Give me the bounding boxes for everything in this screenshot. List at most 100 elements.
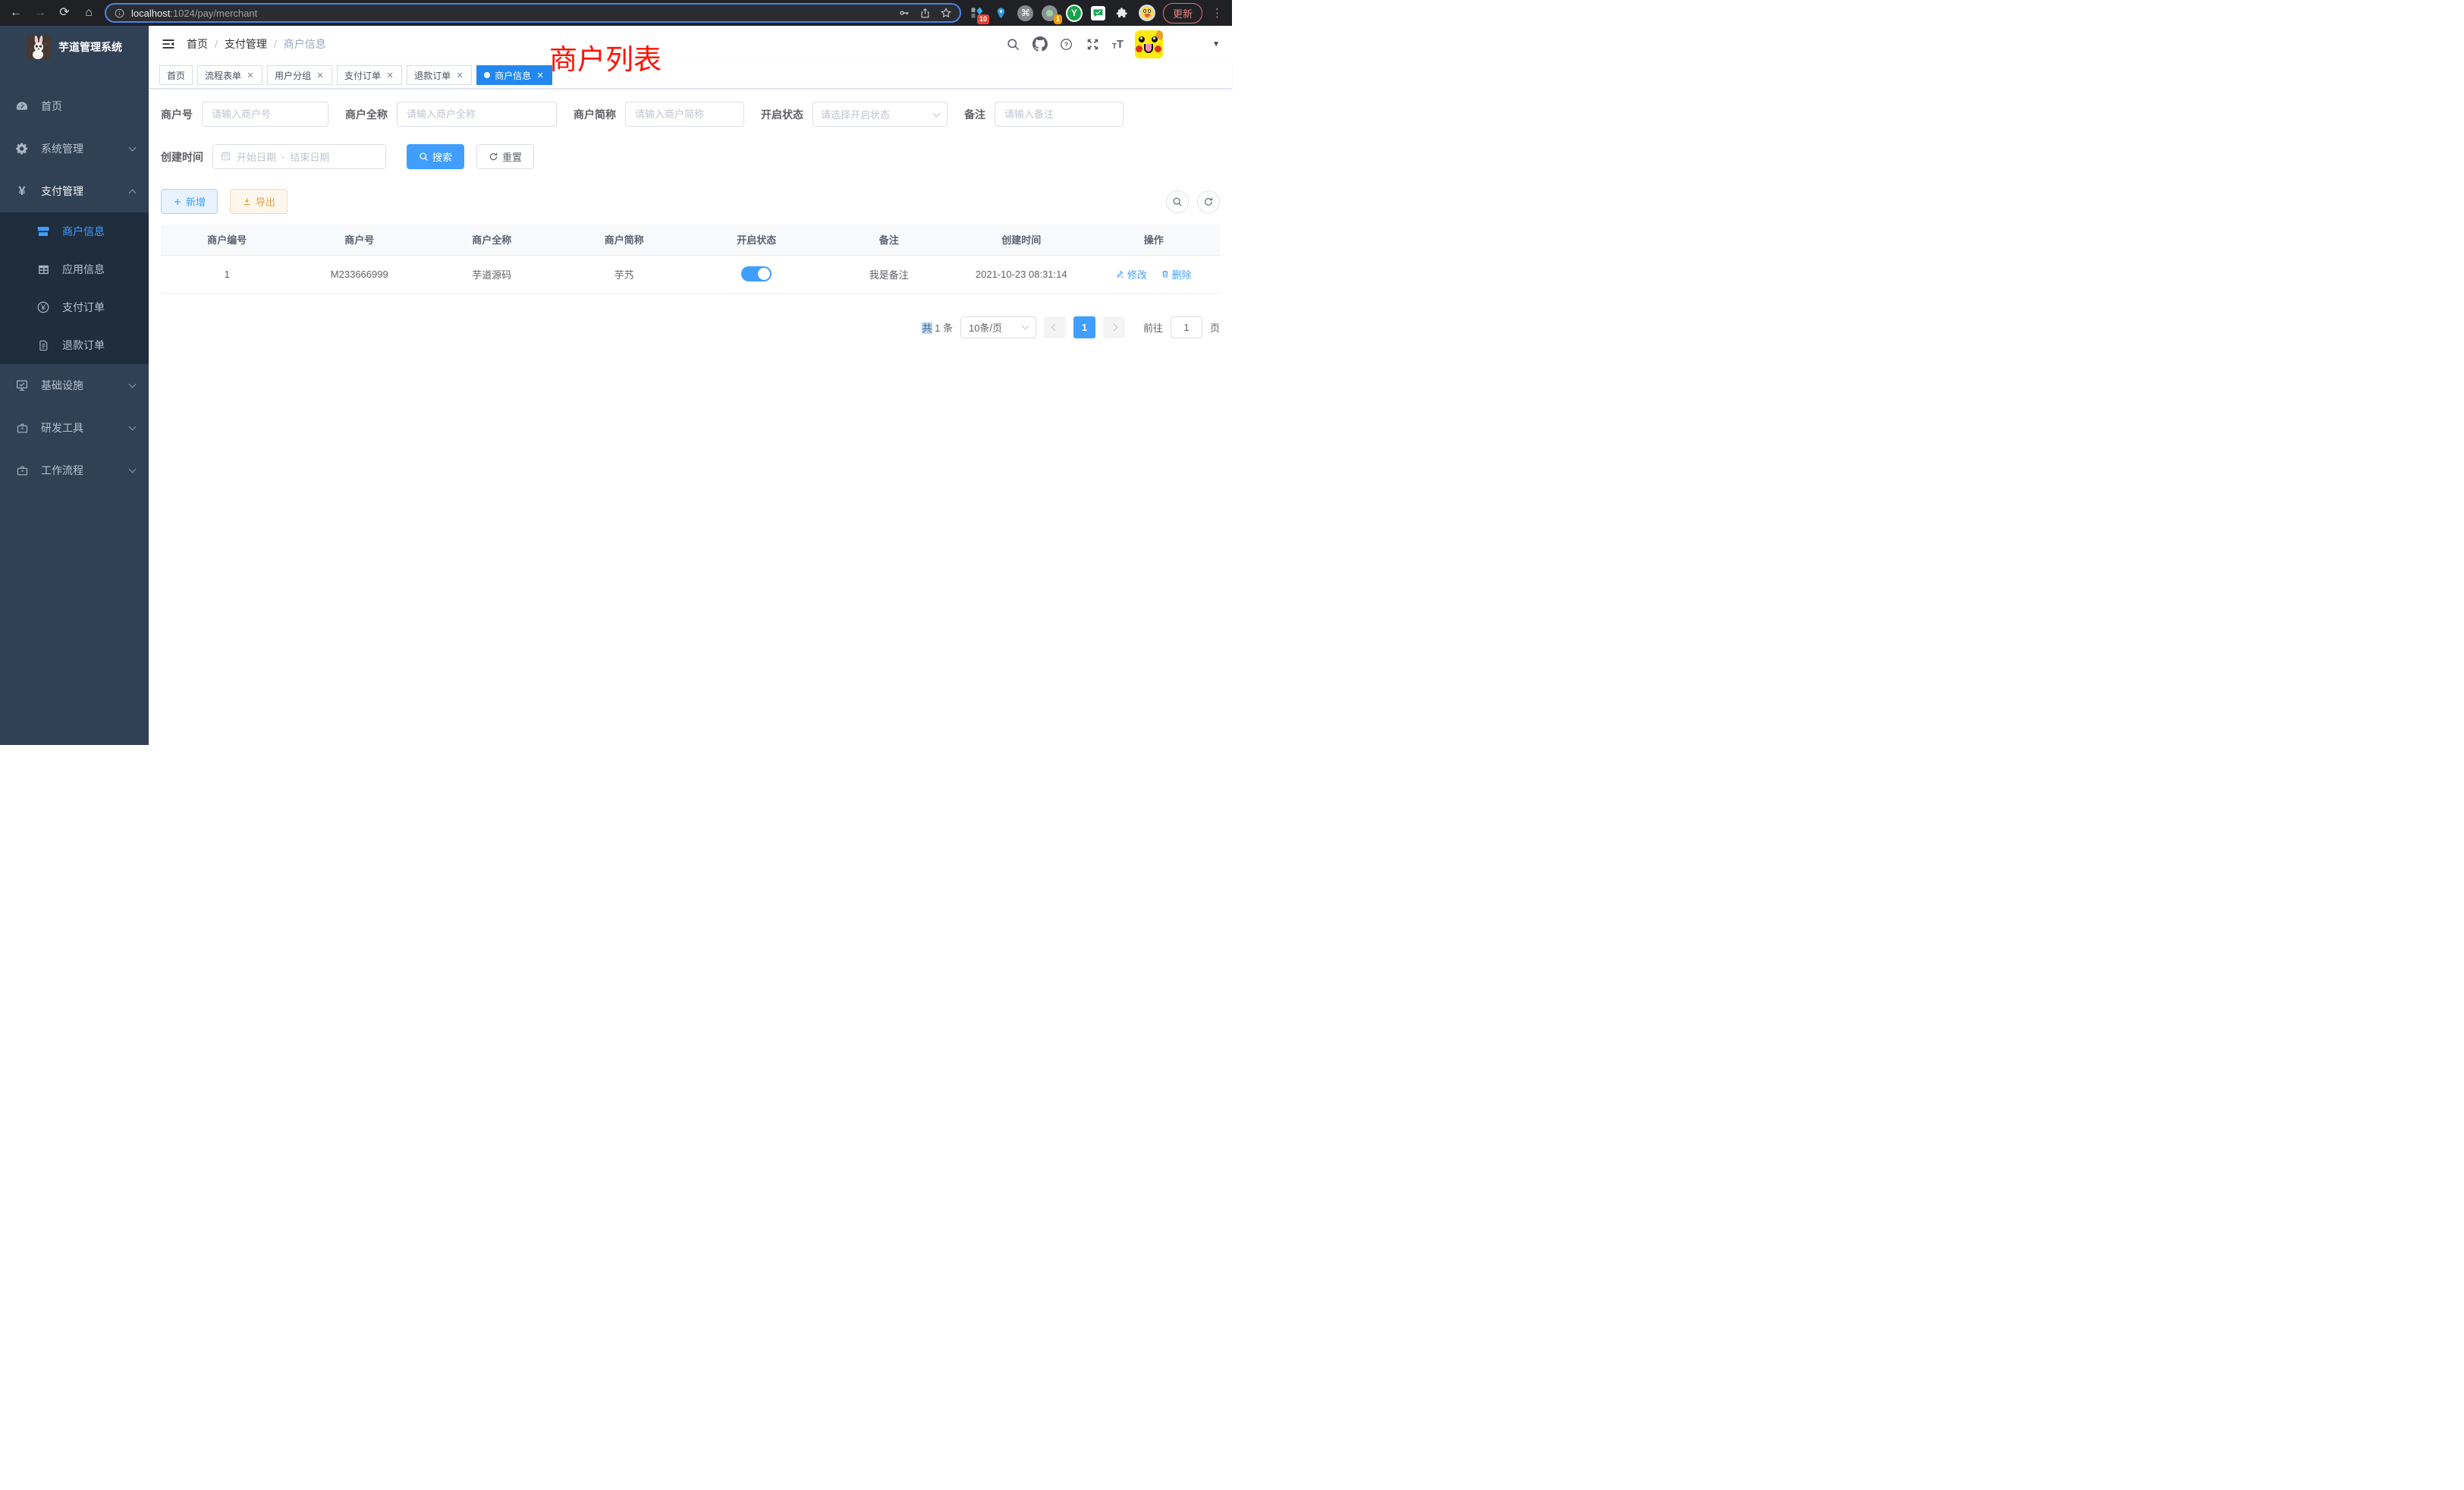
col-status: 开启状态	[690, 225, 823, 255]
tab-merchant-info[interactable]: 商户信息✕	[476, 65, 552, 85]
monitor-icon	[15, 379, 29, 392]
gray-dot-extension-icon[interactable]: 1	[1042, 5, 1058, 21]
browser-update-button[interactable]: 更新	[1163, 3, 1202, 24]
breadcrumb-separator: /	[215, 38, 218, 50]
close-icon[interactable]: ✕	[316, 71, 325, 80]
browser-home-button[interactable]: ⌂	[80, 7, 97, 19]
payment-submenu: 商户信息 应用信息 支付订单 退款订单	[0, 212, 149, 364]
status-toggle[interactable]	[741, 266, 772, 281]
github-icon[interactable]	[1032, 36, 1048, 52]
remark-input[interactable]	[995, 102, 1124, 127]
tags-view-bar: 首页 流程表单✕ 用户分组✕ 支付订单✕ 退款订单✕ 商户信息✕	[149, 62, 1232, 89]
sidebar-item-home[interactable]: 首页	[0, 85, 149, 127]
tab-process-form[interactable]: 流程表单✕	[197, 65, 262, 85]
cell-actions: 修改 删除	[1088, 255, 1221, 293]
bookmark-star-icon[interactable]	[940, 7, 952, 19]
chat-extension-icon[interactable]	[1090, 5, 1107, 21]
edit-button[interactable]: 修改	[1116, 267, 1147, 281]
tab-user-group[interactable]: 用户分组✕	[267, 65, 332, 85]
browser-back-button[interactable]: ←	[8, 7, 24, 19]
breadcrumb-home[interactable]: 首页	[187, 36, 208, 52]
start-date-placeholder: 开始日期	[237, 149, 276, 164]
chevron-down-icon	[1022, 322, 1029, 330]
browser-forward-button[interactable]: →	[32, 7, 49, 19]
search-icon[interactable]	[1006, 36, 1021, 52]
close-icon[interactable]: ✕	[385, 71, 394, 80]
next-page-button[interactable]	[1103, 316, 1125, 338]
merchant-no-label: 商户号	[161, 107, 193, 122]
page-size-select[interactable]: 10条/页	[960, 316, 1036, 338]
col-create-time: 创建时间	[955, 225, 1088, 255]
address-bar[interactable]: localhost:1024/pay/merchant	[105, 3, 961, 23]
sidebar-item-system[interactable]: 系统管理	[0, 127, 149, 170]
close-icon[interactable]: ✕	[455, 71, 464, 80]
briefcase-icon	[15, 464, 29, 477]
tab-refund-order[interactable]: 退款订单✕	[407, 65, 472, 85]
chevron-down-icon	[129, 381, 137, 388]
password-key-icon[interactable]	[898, 7, 910, 19]
chevron-down-icon	[129, 466, 137, 473]
avatar-dropdown-caret-icon[interactable]: ▼	[1212, 40, 1220, 49]
browser-menu-icon[interactable]: ⋮	[1210, 6, 1224, 20]
tab-home[interactable]: 首页	[159, 65, 193, 85]
create-time-range-picker[interactable]: 开始日期 - 结束日期	[212, 144, 386, 169]
extension-badge: 10	[977, 14, 989, 24]
breadcrumb-payment[interactable]: 支付管理	[225, 36, 267, 52]
extensions-area: 10 ⌘ 1 Y 更新 ⋮	[969, 3, 1224, 24]
merchant-no-input[interactable]	[202, 102, 328, 127]
col-remark: 备注	[823, 225, 956, 255]
prev-page-button[interactable]	[1044, 316, 1066, 338]
fullscreen-icon[interactable]	[1086, 36, 1101, 52]
share-icon[interactable]	[919, 8, 931, 19]
active-dot-icon	[484, 72, 490, 78]
pin-extension-icon[interactable]	[993, 5, 1010, 21]
sidebar-item-workflow[interactable]: 工作流程	[0, 449, 149, 492]
search-button[interactable]: 搜索	[407, 144, 464, 169]
close-icon[interactable]: ✕	[536, 71, 545, 80]
sidebar-item-label: 商户信息	[62, 224, 135, 239]
sidebar-item-label: 首页	[41, 99, 135, 114]
sidebar-item-infrastructure[interactable]: 基础设施	[0, 364, 149, 407]
chevron-down-icon	[129, 144, 137, 152]
close-icon[interactable]: ✕	[246, 71, 255, 80]
command-extension-icon[interactable]: ⌘	[1017, 5, 1034, 21]
blocker-extension-icon[interactable]: 10	[969, 5, 985, 21]
export-button[interactable]: 导出	[230, 189, 288, 214]
add-button[interactable]: 新增	[161, 189, 218, 214]
sidebar-collapse-icon[interactable]	[161, 36, 176, 52]
dashboard-icon	[15, 99, 29, 113]
app-title: 芋道管理系统	[58, 39, 122, 55]
site-info-icon[interactable]	[114, 8, 125, 19]
pagination-total: 共 1 条	[922, 320, 952, 335]
sidebar-item-dev-tools[interactable]: 研发工具	[0, 407, 149, 449]
page-annotation: 商户列表	[549, 36, 662, 77]
sidebar-item-pay-order[interactable]: 支付订单	[0, 288, 149, 326]
y-extension-icon[interactable]: Y	[1066, 5, 1083, 21]
cell-merchant-id: 1	[161, 255, 294, 293]
sidebar-logo[interactable]: 芋道管理系统	[0, 26, 149, 64]
merchant-full-name-input[interactable]	[397, 102, 557, 127]
goto-page-input[interactable]	[1171, 316, 1202, 338]
sidebar-item-merchant-info[interactable]: 商户信息	[0, 212, 149, 250]
font-size-icon[interactable]: TT	[1112, 38, 1124, 51]
merchant-short-name-input[interactable]	[625, 102, 744, 127]
tab-pay-order[interactable]: 支付订单✕	[337, 65, 402, 85]
user-avatar[interactable]	[1135, 30, 1163, 58]
browser-profile-avatar[interactable]	[1139, 5, 1155, 21]
cell-status	[690, 255, 823, 293]
sidebar-item-app-info[interactable]: 应用信息	[0, 250, 149, 288]
refresh-table-icon[interactable]	[1197, 190, 1220, 213]
url-text[interactable]: localhost:1024/pay/merchant	[131, 8, 892, 19]
delete-button[interactable]: 删除	[1161, 267, 1192, 281]
help-icon[interactable]: ?	[1059, 36, 1074, 52]
logo-rabbit-image	[27, 35, 51, 59]
browser-reload-button[interactable]: ⟳	[56, 7, 73, 19]
toggle-search-icon[interactable]	[1166, 190, 1189, 213]
sidebar-item-payment[interactable]: ¥ 支付管理	[0, 170, 149, 212]
current-page-button[interactable]: 1	[1073, 316, 1095, 338]
sidebar-item-refund-order[interactable]: 退款订单	[0, 326, 149, 364]
reset-button[interactable]: 重置	[476, 144, 534, 169]
table-row: 1 M233666999 芋道源码 芋艿 我是备注 2021-10-23 08:…	[161, 255, 1220, 293]
extensions-puzzle-icon[interactable]	[1114, 5, 1131, 21]
status-select[interactable]: 请选择开启状态	[812, 102, 948, 127]
